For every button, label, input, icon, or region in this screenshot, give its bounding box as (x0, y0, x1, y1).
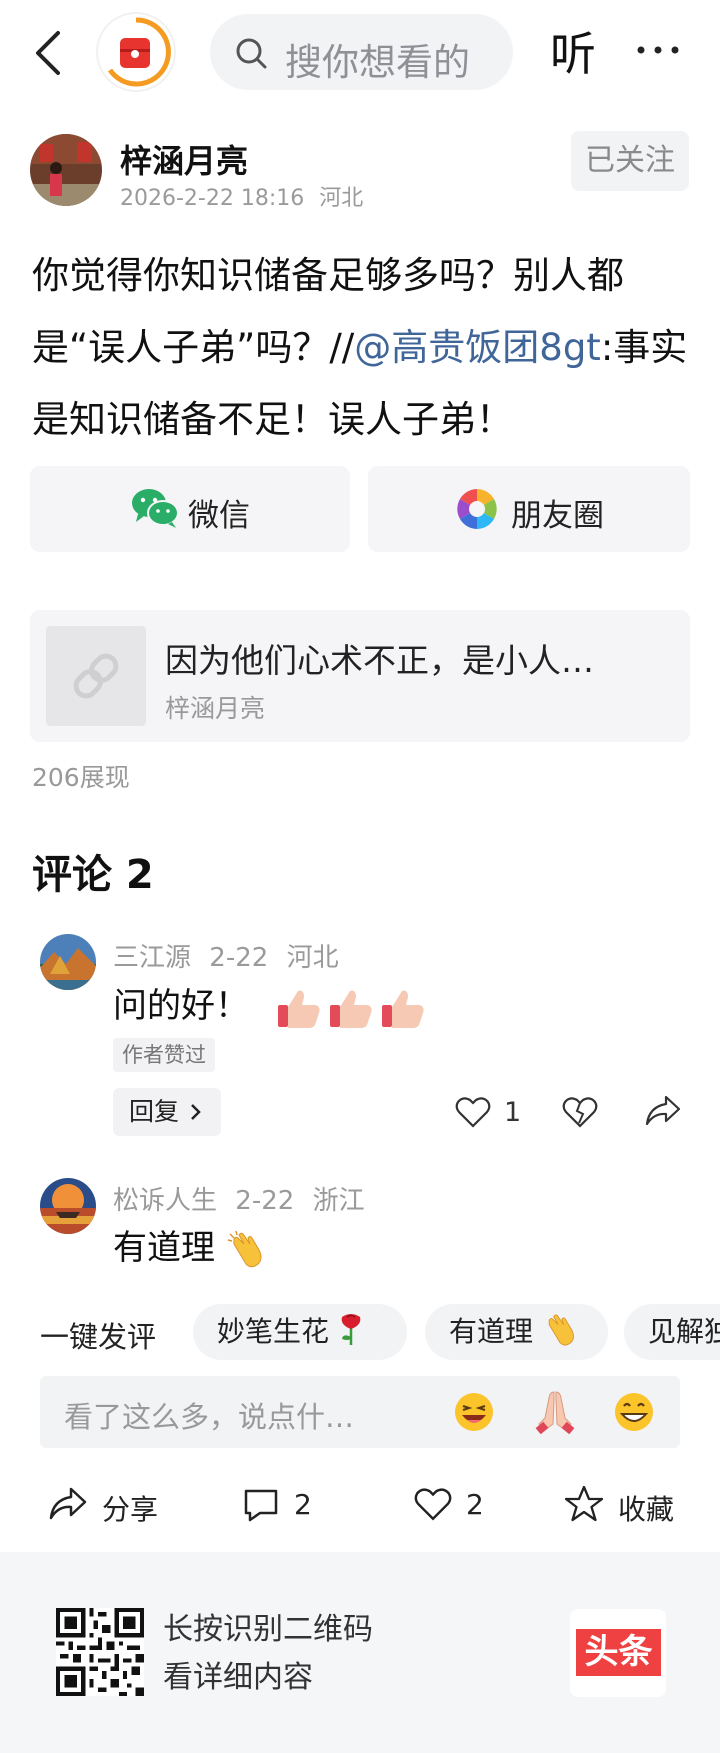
quick-comment-chip[interactable]: 见解独到 (624, 1304, 720, 1360)
comment-share-icon[interactable] (644, 1094, 682, 1128)
comment-location: 河北 (286, 943, 339, 973)
quick-comment-chip[interactable]: 有道理 (425, 1304, 608, 1360)
qr-footer: 长按识别二维码 看详细内容 头条 (0, 1552, 720, 1753)
chip-label: 有道理 (449, 1315, 534, 1348)
comment-action[interactable]: 2 (242, 1480, 322, 1530)
comment-text: 问的好！ (113, 978, 426, 1031)
toutiao-logo: 头条 (570, 1609, 666, 1697)
thumbs-up-emoji-icon (276, 986, 426, 1028)
more-icon[interactable] (633, 30, 683, 70)
post-meta: 2026-2-22 18:16 河北 (120, 180, 363, 212)
moments-icon (457, 489, 497, 529)
view-count: 206展现 (32, 763, 130, 792)
search-placeholder: 搜你想看的 (285, 41, 470, 84)
chip-label: 见解独到 (648, 1315, 720, 1348)
listen-button[interactable]: 听 (550, 18, 596, 84)
post-location: 河北 (319, 186, 364, 211)
comment-dislike-icon[interactable] (562, 1096, 598, 1128)
chip-label: 妙笔生花 (217, 1315, 330, 1348)
back-icon[interactable] (30, 28, 70, 78)
quick-comment-row: 一键发评 妙笔生花 有道理 见解独到 (0, 1300, 720, 1360)
reply-button[interactable]: 回复 (113, 1088, 221, 1136)
comments-heading: 评论 2 (32, 852, 154, 898)
comment-date: 2-22 (235, 1186, 295, 1216)
link-title: 因为他们心术不正，是小人… (165, 641, 594, 680)
post-date: 2026-2-22 18:16 (120, 186, 305, 211)
search-icon (236, 38, 267, 69)
favorite-label: 收藏 (618, 1493, 675, 1526)
comment-text-content: 有道理 (113, 1228, 215, 1268)
mention-link[interactable]: @高贵饭团8gt (354, 326, 601, 369)
comment-location: 浙江 (312, 1186, 365, 1216)
search-input[interactable]: 搜你想看的 (210, 14, 513, 90)
folded-hands-emoji-icon[interactable] (533, 1388, 577, 1434)
comment-user[interactable]: 三江源 (113, 943, 191, 973)
star-icon (564, 1485, 604, 1522)
comment-avatar[interactable] (40, 1178, 96, 1234)
share-action[interactable]: 分享 (48, 1480, 168, 1530)
share-moments-label: 朋友圈 (511, 498, 604, 534)
comment-meta: 松诉人生 2-22 浙江 (113, 1180, 365, 1217)
qr-code-icon[interactable] (56, 1608, 144, 1696)
comment-count: 2 (294, 1488, 312, 1521)
author-liked-badge: 作者赞过 (113, 1038, 215, 1072)
clapping-hands-emoji-icon (548, 1314, 574, 1346)
favorite-action[interactable]: 收藏 (564, 1480, 684, 1530)
comment-meta: 三江源 2-22 河北 (113, 937, 339, 974)
comment-avatar[interactable] (40, 934, 96, 990)
clapping-hands-emoji-icon (226, 1228, 266, 1268)
comment-input-placeholder: 看了这么多，说点什… (64, 1400, 355, 1434)
link-thumbnail (46, 626, 146, 726)
qr-instruction: 长按识别二维码 (163, 1612, 373, 1647)
follow-button[interactable]: 已关注 (571, 131, 689, 191)
comment-input[interactable]: 看了这么多，说点什… (40, 1376, 680, 1448)
comment-icon (244, 1489, 278, 1522)
author-avatar[interactable] (30, 134, 102, 206)
comment-like-count: 1 (504, 1097, 522, 1128)
linked-post-card[interactable]: 因为他们心术不正，是小人… 梓涵月亮 (30, 610, 690, 742)
comment-text: 有道理 (113, 1220, 266, 1270)
quick-comment-chip[interactable]: 妙笔生花 (193, 1304, 407, 1360)
qr-subtitle: 看详细内容 (163, 1660, 313, 1695)
reply-label: 回复 (129, 1097, 180, 1126)
quick-comment-label: 一键发评 (40, 1320, 157, 1354)
share-action-label: 分享 (102, 1493, 159, 1526)
share-moments-button[interactable]: 朋友圈 (368, 466, 690, 552)
comment-date: 2-22 (209, 943, 269, 973)
post-text: 你觉得你知识储备足够多吗？别人都是“误人子弟”吗？//@高贵饭团8gt:事实是知… (32, 240, 697, 456)
comment-text-content: 问的好！ (113, 986, 249, 1026)
like-action[interactable]: 2 (414, 1480, 494, 1530)
app-logo-icon[interactable] (98, 14, 174, 90)
comment-user[interactable]: 松诉人生 (113, 1186, 217, 1216)
comment-like-icon[interactable] (455, 1096, 491, 1128)
toutiao-logo-text: 头条 (576, 1629, 661, 1676)
wechat-icon (132, 489, 179, 528)
link-icon (73, 653, 119, 699)
rose-emoji-icon (341, 1314, 361, 1345)
share-wechat-button[interactable]: 微信 (30, 466, 350, 552)
share-wechat-label: 微信 (188, 498, 250, 534)
link-author: 梓涵月亮 (165, 694, 266, 723)
laughing-emoji-icon[interactable] (452, 1390, 496, 1434)
like-icon (414, 1488, 452, 1521)
grinning-emoji-icon[interactable] (612, 1390, 656, 1434)
author-name[interactable]: 梓涵月亮 (120, 136, 248, 182)
share-icon (49, 1487, 87, 1520)
top-bar: 搜你想看的 听 (0, 0, 720, 104)
chevron-right-icon (191, 1104, 201, 1120)
like-count: 2 (466, 1488, 484, 1521)
